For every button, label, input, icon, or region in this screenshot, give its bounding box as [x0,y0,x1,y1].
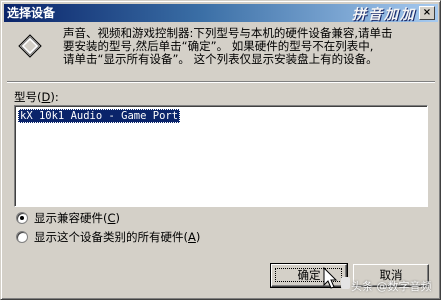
watermark-logo: 拼音加加 [352,7,416,23]
radio-button-checked[interactable] [16,212,28,224]
title-bar[interactable]: 选择设备 拼音加加 × [4,4,438,23]
radio-show-compatible[interactable]: 显示兼容硬件(C) [16,210,120,226]
toutiao-logo-icon [341,277,350,289]
radio-show-all[interactable]: 显示这个设备类别的所有硬件(A) [16,229,200,245]
hardware-diamond-icon [18,34,42,58]
list-item-selected[interactable]: kX 10k1 Audio - Game Port [18,109,181,123]
mouse-pointer-icon [323,267,338,289]
radio-button[interactable] [16,231,28,243]
separator [7,81,435,83]
instruction-text: 声音、视频和游戏控制器:下列型号与本机的硬件设备兼容,请单击 要安装的型号,然后… [63,27,435,66]
close-button[interactable]: × [419,6,435,20]
radio-label: 显示兼容硬件(C) [34,211,121,225]
model-listbox[interactable]: kX 10k1 Audio - Game Port [14,105,428,207]
radio-label: 显示这个设备类别的所有硬件(A) [34,230,201,244]
model-label: 型号(D): [14,90,59,104]
window-title: 选择设备 [7,6,56,20]
watermark-text: 头条 @数字音频 [351,280,432,293]
select-device-dialog: 选择设备 拼音加加 × 声音、视频和游戏控制器:下列型号与本机的硬件设备兼容,请… [0,0,441,300]
instruction-line: 请单击“显示所有设备”。 这个列表仅显示安装盘上有的设备。 [63,52,378,66]
